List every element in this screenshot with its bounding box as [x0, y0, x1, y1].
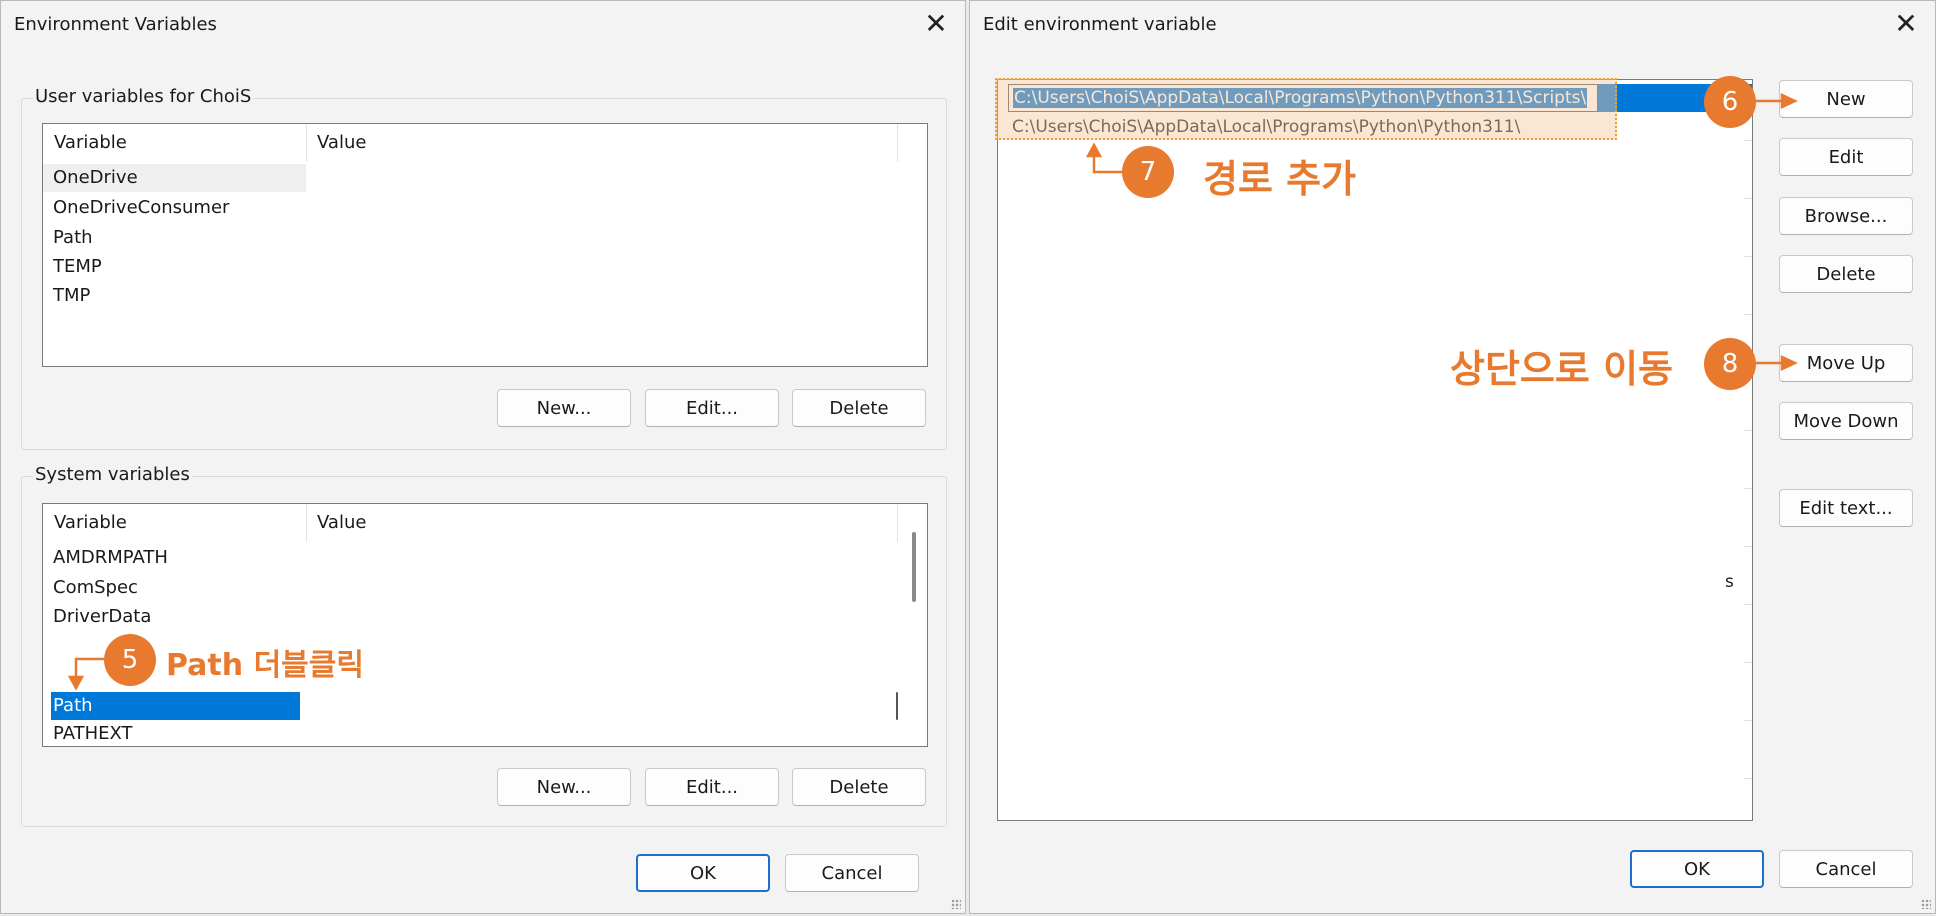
column-divider[interactable]: [306, 504, 307, 542]
step5-badge: 5: [104, 634, 156, 686]
list-item[interactable]: ComSpec: [43, 574, 306, 602]
step5-label: Path 더블클릭: [166, 648, 364, 683]
new-button[interactable]: New: [1779, 80, 1913, 118]
column-divider[interactable]: [897, 124, 898, 162]
resize-grip-icon[interactable]: [1919, 897, 1933, 911]
close-icon[interactable]: ✕: [919, 7, 953, 41]
column-divider[interactable]: [897, 504, 898, 542]
list-item[interactable]: Path: [43, 224, 306, 252]
resize-grip-icon[interactable]: [949, 897, 963, 911]
row-divider: [1744, 662, 1752, 663]
title-bar: Edit environment variable ✕: [970, 1, 1935, 51]
cancel-button[interactable]: Cancel: [785, 854, 919, 892]
window-title: Environment Variables: [14, 14, 217, 35]
window-title: Edit environment variable: [983, 14, 1217, 35]
list-header: Variable Value: [43, 504, 927, 544]
column-header-variable[interactable]: Variable: [54, 512, 127, 533]
row-divider: [1744, 488, 1752, 489]
list-item[interactable]: AMDRMPATH: [43, 544, 306, 572]
row-divider: [1744, 604, 1752, 605]
row-divider: [1744, 256, 1752, 257]
step8-label: 상단으로 이동: [1450, 347, 1673, 391]
list-item-path-selected[interactable]: Path: [51, 692, 300, 720]
scrollbar-thumb[interactable]: [912, 532, 916, 602]
browse-button[interactable]: Browse...: [1779, 197, 1913, 235]
list-item[interactable]: PATHEXT: [43, 720, 306, 746]
column-header-variable[interactable]: Variable: [54, 132, 127, 153]
ok-button[interactable]: OK: [1630, 850, 1764, 888]
environment-variables-window: Environment Variables ✕ User variables f…: [0, 0, 966, 914]
edit-text-button[interactable]: Edit text...: [1779, 489, 1913, 527]
system-variables-label: System variables: [33, 464, 192, 485]
row-divider: [1744, 198, 1752, 199]
user-variables-list[interactable]: Variable Value OneDrive OneDriveConsumer…: [42, 123, 928, 367]
list-item[interactable]: OneDrive: [43, 164, 306, 192]
user-new-button[interactable]: New...: [497, 389, 631, 427]
scroll-indicator: [896, 692, 898, 720]
list-header: Variable Value: [43, 124, 927, 164]
step8-badge: 8: [1704, 338, 1756, 390]
row-divider: [1744, 546, 1752, 547]
step7-label: 경로 추가: [1203, 157, 1357, 201]
row-divider: [1744, 430, 1752, 431]
system-edit-button[interactable]: Edit...: [645, 768, 779, 806]
step6-badge: 6: [1704, 76, 1756, 128]
delete-button[interactable]: Delete: [1779, 255, 1913, 293]
row-divider: [1744, 314, 1752, 315]
move-up-button[interactable]: Move Up: [1779, 344, 1913, 382]
partial-text: s: [1725, 572, 1734, 592]
list-item[interactable]: DriverData: [43, 603, 306, 631]
path-entries-list[interactable]: C:\Users\ChoiS\AppData\Local\Programs\Py…: [997, 79, 1753, 821]
column-header-value[interactable]: Value: [317, 512, 366, 533]
row-divider: [1744, 778, 1752, 779]
close-icon[interactable]: ✕: [1889, 7, 1923, 41]
row-divider: [1744, 140, 1752, 141]
list-item[interactable]: OneDriveConsumer: [43, 194, 306, 222]
ok-button[interactable]: OK: [636, 854, 770, 892]
move-down-button[interactable]: Move Down: [1779, 402, 1913, 440]
user-edit-button[interactable]: Edit...: [645, 389, 779, 427]
list-item[interactable]: TEMP: [43, 253, 306, 281]
edit-button[interactable]: Edit: [1779, 138, 1913, 176]
user-variables-label: User variables for ChoiS: [33, 86, 254, 107]
row-divider: [1744, 720, 1752, 721]
paths-highlight-box: [995, 78, 1617, 140]
step7-badge: 7: [1122, 146, 1174, 198]
system-variables-list[interactable]: Variable Value AMDRMPATH ComSpec DriverD…: [42, 503, 928, 747]
system-delete-button[interactable]: Delete: [792, 768, 926, 806]
title-bar: Environment Variables ✕: [1, 1, 965, 51]
column-divider[interactable]: [306, 124, 307, 162]
column-header-value[interactable]: Value: [317, 132, 366, 153]
cancel-button[interactable]: Cancel: [1779, 850, 1913, 888]
list-item[interactable]: TMP: [43, 282, 306, 310]
user-delete-button[interactable]: Delete: [792, 389, 926, 427]
system-new-button[interactable]: New...: [497, 768, 631, 806]
